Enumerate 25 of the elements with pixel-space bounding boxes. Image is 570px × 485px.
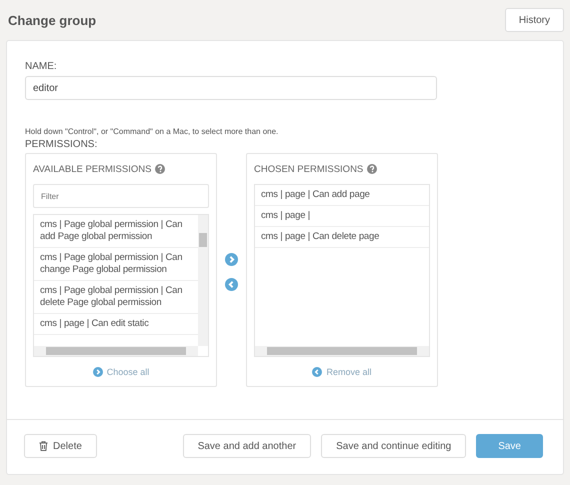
history-button[interactable]: History [504,8,564,32]
list-item[interactable]: cms | page | Can add page [255,185,429,206]
help-icon[interactable] [155,164,166,174]
scrollbar[interactable] [255,346,429,356]
scrollbar[interactable] [198,215,208,346]
help-icon[interactable] [367,164,378,174]
scrollbar[interactable] [34,346,198,356]
chevron-right-icon[interactable] [92,367,103,377]
field-label: PERMISSIONS: [25,139,98,150]
chevron-left-icon[interactable] [225,278,238,291]
trash-icon [39,441,48,451]
filter-field[interactable]: Filter [33,184,209,208]
secondary-button[interactable]: Save and continue editing [321,434,466,458]
delete-button[interactable]: Delete [24,434,97,458]
panel-title: AVAILABLE PERMISSIONS [33,164,152,174]
list-item[interactable]: cms | page | [255,206,429,227]
chevron-right-icon[interactable] [225,253,238,266]
name-field[interactable]: editor [25,76,437,100]
field-label: NAME: [25,61,58,72]
panel-title: CHOSEN PERMISSIONS [254,164,364,174]
page-title: Change group [8,12,96,28]
chevron-left-icon[interactable] [312,367,322,377]
list-item[interactable]: cms | page | Can delete page [255,227,429,248]
secondary-button[interactable]: Save and add another [182,434,312,458]
help-text: Hold down "Control", or "Command" on a Mac, to select more than one. [25,127,280,136]
